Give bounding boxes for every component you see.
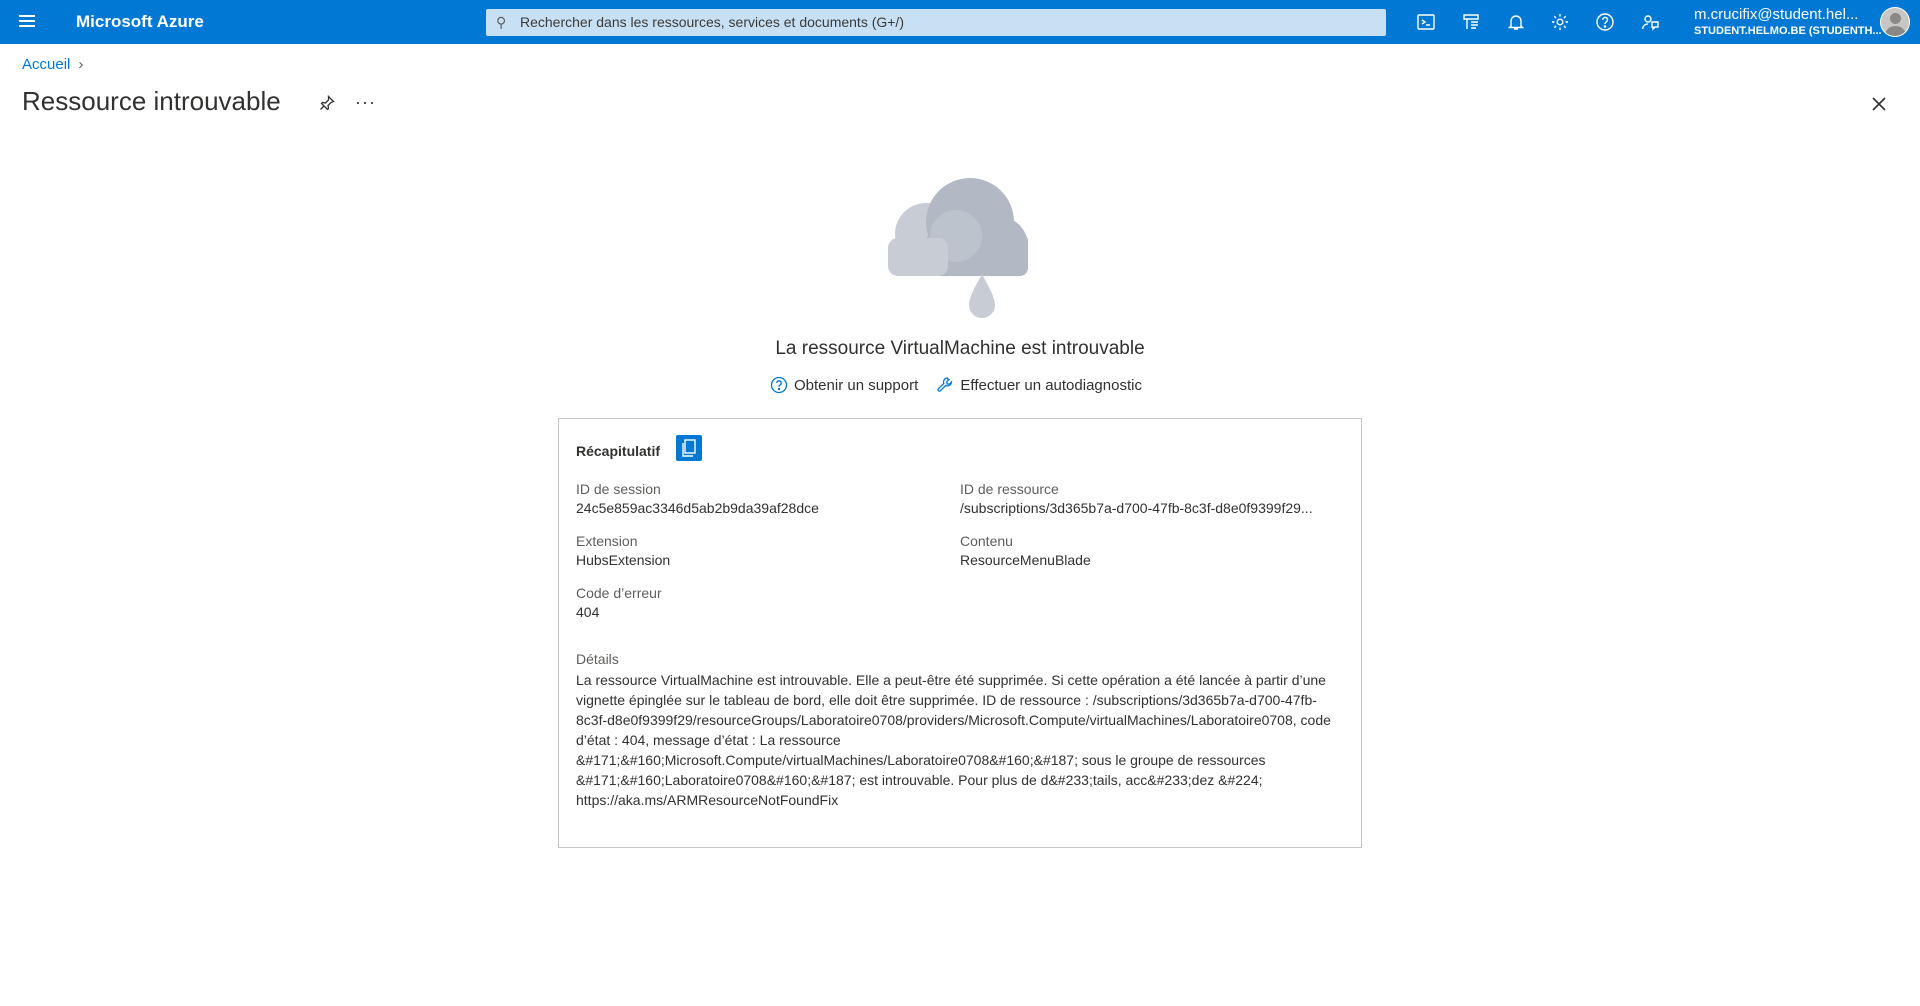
settings-icon[interactable] — [1547, 10, 1573, 34]
details-field: Détails La ressource VirtualMachine est … — [576, 651, 1346, 810]
search-icon: ⚲ — [496, 14, 507, 30]
resource-id-field: ID de ressource /subscriptions/3d365b7a-… — [960, 481, 1345, 516]
top-navigation-bar: Microsoft Azure ⚲ Rechercher dans les re… — [0, 0, 1920, 44]
chevron-right-icon: › — [78, 56, 84, 73]
search-input[interactable]: ⚲ Rechercher dans les ressources, servic… — [486, 9, 1386, 36]
error-title: La ressource VirtualMachine est introuva… — [775, 338, 1145, 359]
get-support-label: Obtenir un support — [794, 377, 919, 394]
resource-id-value: /subscriptions/3d365b7a-d700-47fb-8c3f-d… — [960, 500, 1313, 516]
extension-value: HubsExtension — [576, 552, 671, 568]
copy-summary-button[interactable] — [676, 435, 702, 461]
extension-field: Extension HubsExtension — [576, 533, 936, 568]
self-diagnose-label: Effectuer un autodiagnostic — [960, 377, 1142, 394]
feedback-icon[interactable] — [1637, 10, 1663, 34]
session-id-label: ID de session — [576, 481, 661, 497]
cloud-shell-icon[interactable] — [1413, 10, 1439, 34]
search-placeholder: Rechercher dans les ressources, services… — [520, 14, 904, 30]
error-code-label: Code d’erreur — [576, 585, 662, 601]
content-value: ResourceMenuBlade — [960, 552, 1091, 568]
error-summary-card: Récapitulatif ID de session 24c5e859ac33… — [558, 418, 1362, 848]
page-title: Ressource introuvable — [22, 86, 281, 116]
error-code-value: 404 — [576, 604, 600, 620]
help-circle-icon — [770, 376, 788, 394]
self-diagnose-link[interactable]: Effectuer un autodiagnostic — [936, 376, 1142, 394]
pin-icon[interactable] — [318, 94, 336, 112]
breadcrumb: Accueil › — [22, 56, 83, 73]
details-value: La ressource VirtualMachine est introuva… — [576, 672, 1331, 808]
cloud-rain-illustration — [886, 178, 1032, 326]
wrench-icon — [937, 377, 953, 392]
summary-heading: Récapitulatif — [576, 443, 661, 459]
session-id-value: 24c5e859ac3346d5ab2b9da39af28dce — [576, 500, 819, 516]
brand-title[interactable]: Microsoft Azure — [76, 12, 204, 32]
error-code-field: Code d’erreur 404 — [576, 585, 936, 620]
breadcrumb-home-link[interactable]: Accueil — [22, 56, 70, 73]
hamburger-menu-icon[interactable] — [14, 12, 40, 32]
account-info[interactable]: m.crucifix@student.hel... STUDENT.HELMO.… — [1694, 6, 1884, 37]
content-field: Contenu ResourceMenuBlade — [960, 533, 1345, 568]
account-name: m.crucifix@student.hel... — [1694, 6, 1859, 23]
get-support-link[interactable]: Obtenir un support — [770, 376, 918, 394]
content-label: Contenu — [960, 533, 1013, 549]
directory-filter-icon[interactable] — [1458, 10, 1484, 34]
close-icon[interactable] — [1868, 93, 1890, 115]
session-id-field: ID de session 24c5e859ac3346d5ab2b9da39a… — [576, 481, 936, 516]
notifications-icon[interactable] — [1503, 10, 1529, 34]
more-options-icon[interactable]: ··· — [355, 92, 376, 113]
resource-id-label: ID de ressource — [960, 481, 1059, 497]
account-tenant: STUDENT.HELMO.BE (STUDENTH... — [1694, 25, 1882, 37]
avatar[interactable] — [1880, 7, 1910, 37]
copy-icon — [682, 439, 696, 457]
extension-label: Extension — [576, 533, 638, 549]
details-label: Détails — [576, 651, 619, 667]
help-icon[interactable] — [1592, 10, 1618, 34]
error-action-links: Obtenir un support Effectuer un autodiag… — [770, 376, 1156, 394]
